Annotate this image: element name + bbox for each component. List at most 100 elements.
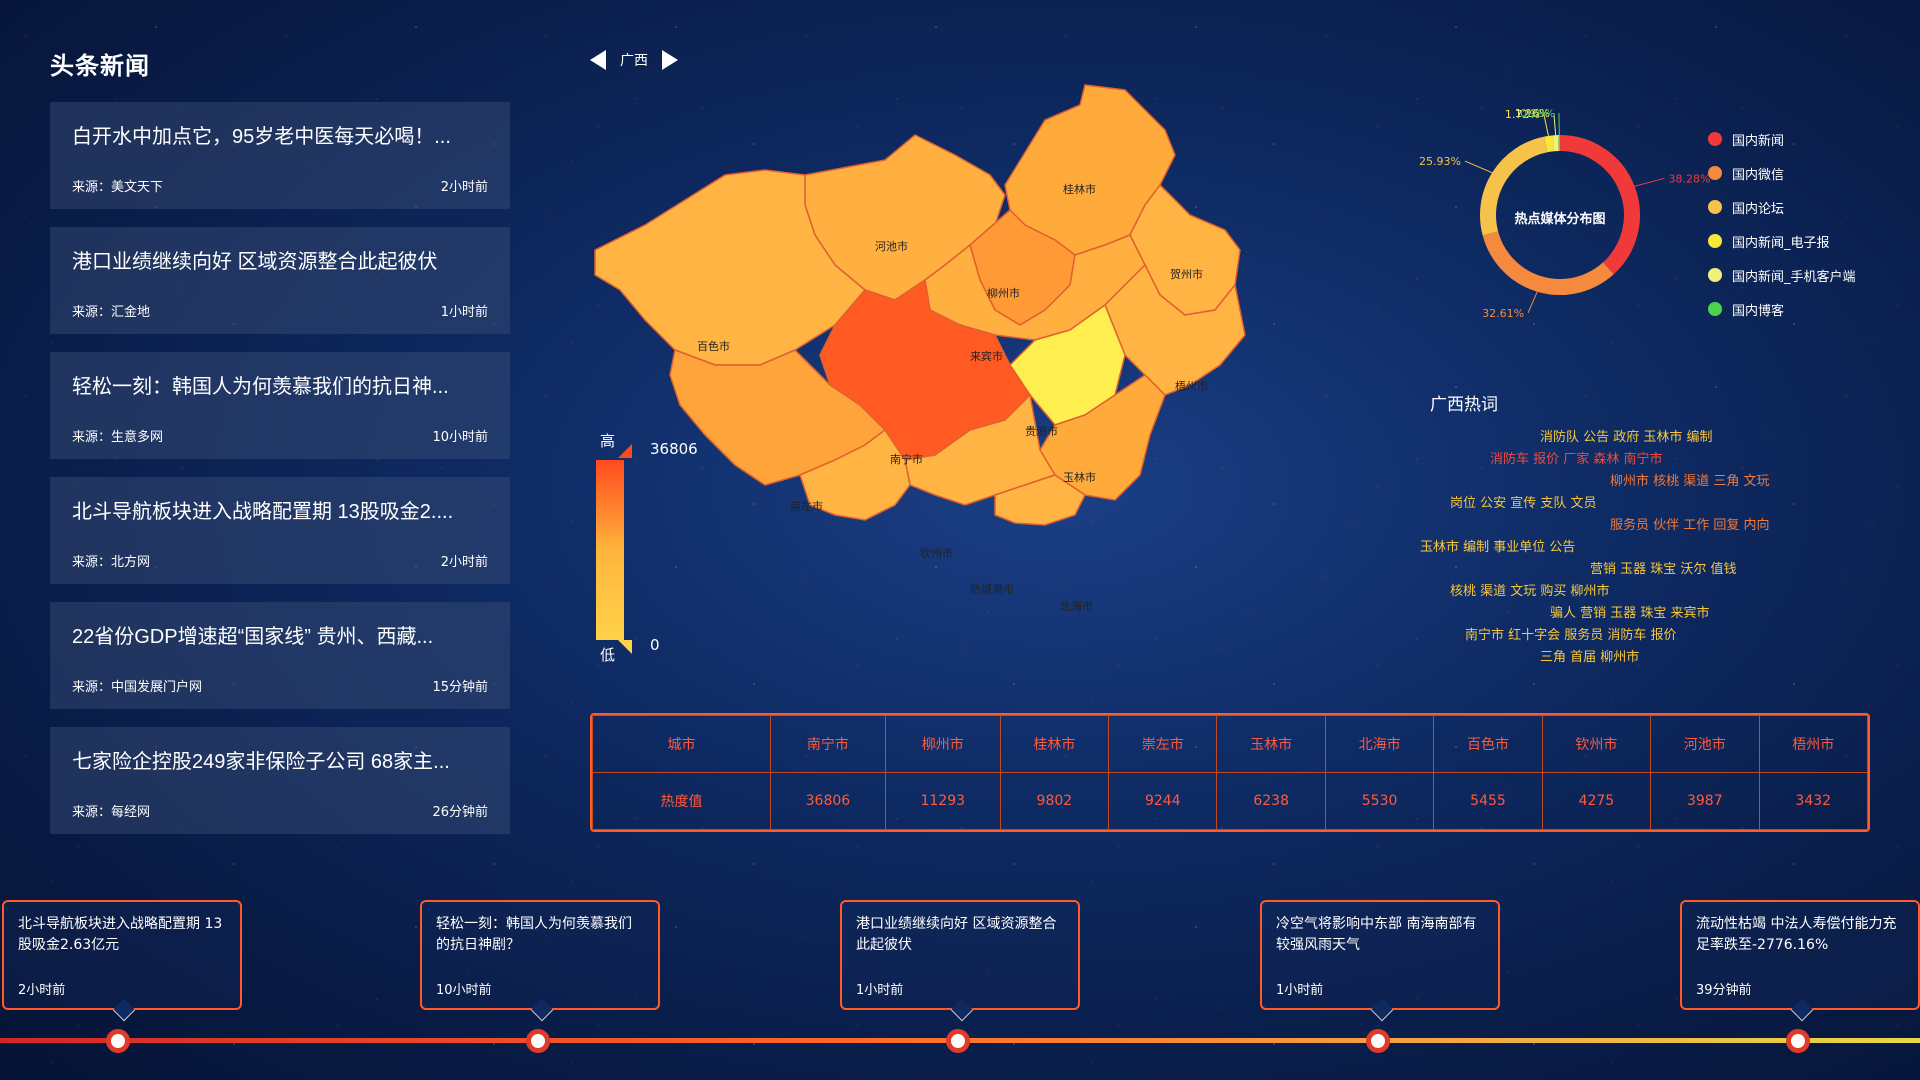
- table-city-cell: 河池市: [1650, 715, 1760, 773]
- news-headline[interactable]: 轻松一刻：韩国人为何羡慕我们的抗日神...: [72, 370, 488, 399]
- map-label-city: 钦州市: [920, 546, 953, 560]
- hot-words-title: 广西热词: [1430, 395, 1498, 415]
- donut-slice[interactable]: [1559, 135, 1640, 275]
- hot-word-line[interactable]: 玉林市 编制 事业单位 公告: [1410, 536, 1830, 558]
- legend-item[interactable]: 国内新闻_电子报: [1708, 224, 1856, 258]
- news-headline[interactable]: 白开水中加点它，95岁老中医每天必喝！...: [72, 120, 488, 149]
- timeline-text: 港口业绩继续向好 区域资源整合此起彼伏: [856, 916, 1057, 953]
- donut-slice[interactable]: [1482, 231, 1614, 295]
- map-label-city: 北海市: [1060, 599, 1093, 613]
- table-value-cell: 3987: [1650, 772, 1760, 830]
- timeline-node[interactable]: [1786, 1029, 1810, 1053]
- hot-word-line[interactable]: 骗人 营销 玉器 珠宝 来宾市: [1410, 602, 1830, 624]
- map-label-city: 南宁市: [890, 452, 923, 466]
- news-card[interactable]: 22省份GDP增速超“国家线” 贵州、西藏... 来源：中国发展门户网 15分钟前: [50, 602, 510, 709]
- news-source: 来源：汇金地: [72, 305, 151, 320]
- legend-low-label: 低: [600, 646, 616, 664]
- table-value-label: 热度值: [592, 772, 771, 830]
- timeline-pointer-icon: [530, 998, 554, 1022]
- legend-gradient-bar[interactable]: [596, 460, 624, 640]
- table-value-cell: 9244: [1108, 772, 1218, 830]
- legend-high-label: 高: [600, 432, 616, 450]
- map-label-city: 柳州市: [987, 286, 1020, 300]
- news-source: 来源：美文天下: [72, 180, 164, 195]
- news-source: 来源：中国发展门户网: [72, 680, 203, 695]
- legend-label: 国内博客: [1732, 303, 1785, 319]
- map-label-city: 河池市: [875, 239, 908, 253]
- timeline-time: 39分钟前: [1696, 983, 1752, 998]
- legend-max-handle-icon[interactable]: [618, 444, 632, 458]
- hot-word-line[interactable]: 岗位 公安 宣传 支队 文员: [1410, 492, 1830, 514]
- legend-dot-icon: [1708, 132, 1722, 146]
- hot-word-line[interactable]: 三角 首届 柳州市: [1410, 646, 1830, 668]
- legend-item[interactable]: 国内博客: [1708, 292, 1856, 326]
- map-label-city: 崇左市: [790, 499, 823, 513]
- legend-item[interactable]: 国内论坛: [1708, 190, 1856, 224]
- table-city-cell: 桂林市: [999, 715, 1110, 773]
- donut-percent-label: 25.93%: [1419, 155, 1461, 168]
- news-headline[interactable]: 北斗导航板块进入战略配置期 13股吸金2....: [72, 495, 488, 524]
- legend-dot-icon: [1708, 234, 1722, 248]
- timeline-card[interactable]: 轻松一刻：韩国人为何羡慕我们的抗日神剧？ 10小时前: [420, 900, 660, 1022]
- table-header-row: 城市 南宁市 柳州市 桂林市 崇左市 玉林市 北海市 百色市 钦州市 河池市 梧…: [592, 715, 1868, 773]
- news-time: 26分钟前: [432, 805, 488, 820]
- news-headline[interactable]: 22省份GDP增速超“国家线” 贵州、西藏...: [72, 620, 488, 649]
- map-label-city: 桂林市: [1063, 182, 1096, 196]
- legend-min-handle-icon[interactable]: [618, 640, 632, 654]
- donut-slice[interactable]: [1544, 135, 1555, 153]
- timeline-time: 10小时前: [436, 983, 492, 998]
- table-city-cell: 崇左市: [1108, 715, 1218, 773]
- hot-word-line[interactable]: 服务员 伙伴 工作 回复 内向: [1410, 514, 1830, 536]
- timeline-node[interactable]: [106, 1029, 130, 1053]
- timeline-node[interactable]: [1366, 1029, 1390, 1053]
- news-card[interactable]: 轻松一刻：韩国人为何羡慕我们的抗日神... 来源：生意多网 10小时前: [50, 352, 510, 459]
- legend-item[interactable]: 国内微信: [1708, 156, 1856, 190]
- timeline-node[interactable]: [946, 1029, 970, 1053]
- news-card[interactable]: 七家险企控股249家非保险子公司 68家主... 来源：每经网 26分钟前: [50, 727, 510, 834]
- hot-word-line[interactable]: 核桃 渠道 文玩 购买 柳州市: [1410, 580, 1830, 602]
- timeline-card[interactable]: 冷空气将影响中东部 南海南部有较强风雨天气 1小时前: [1260, 900, 1500, 1022]
- legend-item[interactable]: 国内新闻: [1708, 122, 1856, 156]
- timeline-card[interactable]: 北斗导航板块进入战略配置期 13股吸金2.63亿元 2小时前: [2, 900, 242, 1022]
- table-value-cell: 11293: [884, 772, 1001, 830]
- legend-dot-icon: [1708, 302, 1722, 316]
- news-list: 白开水中加点它，95岁老中医每天必喝！... 来源：美文天下 2小时前 港口业绩继…: [50, 102, 510, 852]
- news-headline[interactable]: 七家险企控股249家非保险子公司 68家主...: [72, 745, 488, 774]
- timeline-time: 2小时前: [18, 983, 66, 998]
- table-city-cell: 百色市: [1433, 715, 1543, 773]
- city-heat-table: 城市 南宁市 柳州市 桂林市 崇左市 玉林市 北海市 百色市 钦州市 河池市 梧…: [590, 713, 1870, 832]
- table-value-cell: 9802: [999, 772, 1110, 830]
- map-label-city: 贵港市: [1025, 424, 1058, 438]
- donut-label-leader: [1464, 160, 1493, 174]
- news-time: 2小时前: [440, 180, 488, 195]
- donut-percent-label: 38.28%: [1668, 172, 1710, 185]
- hot-word-line[interactable]: 柳州市 核桃 渠道 三角 文玩: [1410, 470, 1830, 492]
- donut-label-leader: [1634, 177, 1665, 187]
- legend-dot-icon: [1708, 200, 1722, 214]
- hot-word-line[interactable]: 消防车 报价 厂家 森林 南宁市: [1410, 448, 1830, 470]
- legend-label: 国内新闻_手机客户端: [1732, 269, 1856, 285]
- hot-word-line[interactable]: 南宁市 红十字会 服务员 消防车 报价: [1410, 624, 1830, 646]
- donut-label-leader: [1527, 291, 1538, 313]
- timeline-node[interactable]: [526, 1029, 550, 1053]
- map-label-city: 梧州市: [1175, 379, 1208, 393]
- news-headline[interactable]: 港口业绩继续向好 区域资源整合此起彼伏: [72, 245, 488, 274]
- timeline-card[interactable]: 流动性枯竭 中法人寿偿付能力充足率跌至-2776.16% 39分钟前: [1680, 900, 1920, 1022]
- legend-max-value: 36806: [650, 440, 698, 458]
- table-value-cell: 3432: [1758, 772, 1868, 830]
- timeline-text: 北斗导航板块进入战略配置期 13股吸金2.63亿元: [18, 916, 223, 953]
- table-city-cell: 北海市: [1324, 715, 1435, 773]
- hot-word-line[interactable]: 营销 玉器 珠宝 沃尔 值钱: [1410, 558, 1830, 580]
- timeline-card[interactable]: 港口业绩继续向好 区域资源整合此起彼伏 1小时前: [840, 900, 1080, 1022]
- table-header-cell: 城市: [592, 715, 771, 773]
- news-card[interactable]: 港口业绩继续向好 区域资源整合此起彼伏 来源：汇金地 1小时前: [50, 227, 510, 334]
- donut-percent-label: 32.61%: [1482, 307, 1524, 320]
- timeline-text: 轻松一刻：韩国人为何羡慕我们的抗日神剧？: [436, 916, 632, 953]
- news-card[interactable]: 北斗导航板块进入战略配置期 13股吸金2.... 来源：北方网 2小时前: [50, 477, 510, 584]
- hot-word-line[interactable]: 消防队 公告 政府 玉林市 编制: [1410, 426, 1830, 448]
- legend-item[interactable]: 国内新闻_手机客户端: [1708, 258, 1856, 292]
- news-card[interactable]: 白开水中加点它，95岁老中医每天必喝！... 来源：美文天下 2小时前: [50, 102, 510, 209]
- legend-label: 国内论坛: [1732, 201, 1785, 217]
- timeline-time: 1小时前: [856, 983, 904, 998]
- table-city-cell: 南宁市: [770, 715, 886, 773]
